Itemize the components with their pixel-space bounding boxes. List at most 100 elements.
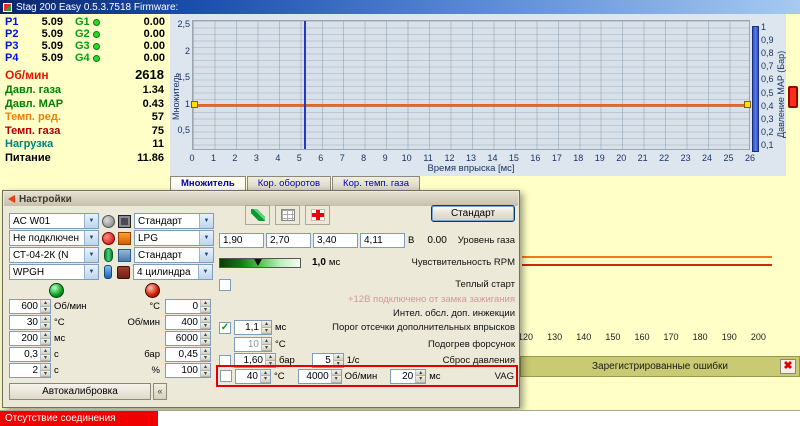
settings-dialog-titlebar[interactable]: Настройки xyxy=(4,192,518,206)
vag-time-input[interactable]: 20▴▾ xyxy=(390,369,426,384)
fuel-type-value: LPG xyxy=(138,233,199,244)
vag-rpm-input[interactable]: 4000▴▾ xyxy=(298,369,342,384)
warm-start-checkbox[interactable] xyxy=(219,279,231,291)
standard-button[interactable]: Стандарт xyxy=(431,205,515,222)
spinner-arrows-icon[interactable]: ▴▾ xyxy=(200,316,210,329)
param-left-input[interactable]: 600▴▾ xyxy=(9,299,51,314)
spinner-arrows-icon[interactable]: ▴▾ xyxy=(200,332,210,345)
syringe-icon xyxy=(251,209,265,221)
red-status-led[interactable] xyxy=(145,283,160,298)
map-sensor-select[interactable]: Стандарт▼ xyxy=(134,213,214,229)
settings-dialog: Настройки AC W01▼ Стандарт▼ Не подключен… xyxy=(2,190,520,408)
spinner-arrows-icon[interactable]: ▴▾ xyxy=(200,364,210,377)
lower-x-tick: 150 xyxy=(605,332,620,342)
param-right-input[interactable]: 6000▴▾ xyxy=(165,331,211,346)
heating-temp-input[interactable]: 10▴▾ xyxy=(234,337,272,352)
spinner-arrows-icon[interactable]: ▴▾ xyxy=(200,348,210,361)
vag-checkbox[interactable] xyxy=(220,370,232,382)
reading-value: 2618 xyxy=(135,67,164,82)
spinner-arrows-icon[interactable]: ▴▾ xyxy=(261,321,271,334)
reading-label: Давл. MAP xyxy=(5,98,63,110)
spinner-arrows-icon[interactable]: ▴▾ xyxy=(261,338,271,351)
x-tick-label: 0 xyxy=(182,153,202,163)
slider-marker-icon[interactable] xyxy=(254,259,262,266)
spinner-arrows-icon[interactable]: ▴▾ xyxy=(40,364,50,377)
autocalibration-button[interactable]: Автокалибровка xyxy=(9,383,151,400)
cutoff-threshold-input[interactable]: 1,1▴▾ xyxy=(234,320,272,335)
clear-errors-button[interactable]: ✖ xyxy=(780,359,796,374)
titlebar[interactable]: Stag 200 Easy 0.5.3.7518 Firmware: xyxy=(0,0,800,14)
rpm-sensitivity-slider[interactable] xyxy=(219,258,301,268)
x-tick-label: 13 xyxy=(461,153,481,163)
injection-time-cursor xyxy=(304,21,306,149)
spinner-arrows-icon[interactable]: ▴▾ xyxy=(40,348,50,361)
param-right-unit: °С xyxy=(149,301,160,312)
line-node-left[interactable] xyxy=(191,101,198,108)
multiplier-tick-label: 1,5 xyxy=(171,72,190,82)
sensor-readouts-panel: P15.09G10.00P25.09G20.00P35.09G30.00P45.… xyxy=(0,14,170,176)
lower-x-tick: 190 xyxy=(722,332,737,342)
green-status-led[interactable] xyxy=(49,283,64,298)
vag-label: VAG xyxy=(495,371,514,382)
window-title: Stag 200 Easy 0.5.3.7518 Firmware: xyxy=(16,2,178,13)
injector-row: P35.09G30.00 xyxy=(0,40,170,52)
param-right-input[interactable]: 400▴▾ xyxy=(165,315,211,330)
reading-label: Питание xyxy=(5,152,51,164)
gas-injection-time: 0.00 xyxy=(103,16,165,28)
param-right-input[interactable]: 0,45▴▾ xyxy=(165,347,211,362)
injector-tool-button[interactable] xyxy=(245,205,270,225)
table-tool-button[interactable] xyxy=(275,205,300,225)
petrol-channel-label: P4 xyxy=(5,52,25,64)
spinner-arrows-icon[interactable]: ▴▾ xyxy=(40,300,50,313)
warm-start-label: Теплый старт xyxy=(455,279,515,290)
reading-row-rpm: Об/мин2618 xyxy=(0,67,170,84)
gas-threshold-input[interactable]: 3,40 xyxy=(313,233,358,248)
param-left-input[interactable]: 30▴▾ xyxy=(9,315,51,330)
lower-x-tick: 180 xyxy=(693,332,708,342)
param-right-input[interactable]: 100▴▾ xyxy=(165,363,211,378)
reducer-value: СТ-04-2К (N xyxy=(13,250,84,261)
map-pressure-indicator[interactable] xyxy=(752,26,759,152)
injection-map-select[interactable]: Стандарт▼ xyxy=(134,247,214,263)
heating-label: Подогрев форсунок xyxy=(428,339,515,350)
vag-temp-input[interactable]: 40▴▾ xyxy=(235,369,271,384)
chart-plot-area[interactable] xyxy=(192,20,750,150)
spinner-arrows-icon[interactable]: ▴▾ xyxy=(260,370,270,383)
fuel-type-select[interactable]: LPG▼ xyxy=(134,230,214,246)
petrol-injection-time: 5.09 xyxy=(25,40,63,52)
gas-threshold-input[interactable]: 4,11 xyxy=(360,233,405,248)
multiplier-line[interactable] xyxy=(193,104,749,106)
chevron-down-icon: ▼ xyxy=(198,265,212,279)
connection-status: Отсутствие соединения xyxy=(0,411,158,426)
param-left-input[interactable]: 2▴▾ xyxy=(9,363,51,378)
firstaid-tool-button[interactable] xyxy=(305,205,330,225)
y-axis-ticks-right: 10,90,80,70,60,50,40,30,20,1 xyxy=(761,14,776,164)
spinner-arrows-icon[interactable]: ▴▾ xyxy=(415,370,425,383)
line-node-right[interactable] xyxy=(744,101,751,108)
collapse-handle-icon[interactable]: « xyxy=(153,383,167,400)
tab-rpm-correction[interactable]: Кор. оборотов xyxy=(247,176,331,190)
record-indicator[interactable] xyxy=(788,86,798,108)
reducer-select[interactable]: СТ-04-2К (N▼ xyxy=(9,247,99,263)
spinner-arrows-icon[interactable]: ▴▾ xyxy=(331,370,341,383)
red-x-icon: ✖ xyxy=(783,361,792,372)
spinner-arrows-icon[interactable]: ▴▾ xyxy=(40,332,50,345)
controller-model-select[interactable]: AC W01▼ xyxy=(9,213,99,229)
settings-dialog-title: Настройки xyxy=(19,194,72,205)
injector-type-select[interactable]: WPGH▼ xyxy=(9,264,99,280)
cutoff-checkbox[interactable]: ✓ xyxy=(219,322,231,334)
map-tabs-bar: МножительКор. оборотовКор. темп. газа xyxy=(0,176,800,190)
cylinders-select[interactable]: 4 цилиндра▼ xyxy=(133,264,213,280)
param-right-input[interactable]: 0▴▾ xyxy=(165,299,211,314)
gas-threshold-input[interactable]: 2,70 xyxy=(266,233,311,248)
ecu-chip-icon xyxy=(118,215,131,228)
multiplier-tick-label: 2,5 xyxy=(171,19,190,29)
tab-multiplier[interactable]: Множитель xyxy=(170,176,246,190)
param-left-input[interactable]: 200▴▾ xyxy=(9,331,51,346)
tab-gas-temp-correction[interactable]: Кор. темп. газа xyxy=(332,176,420,190)
gas-threshold-input[interactable]: 1,90 xyxy=(219,233,264,248)
spinner-arrows-icon[interactable]: ▴▾ xyxy=(200,300,210,313)
param-left-input[interactable]: 0,3▴▾ xyxy=(9,347,51,362)
spinner-arrows-icon[interactable]: ▴▾ xyxy=(40,316,50,329)
connection-select[interactable]: Не подключен▼ xyxy=(9,230,99,246)
